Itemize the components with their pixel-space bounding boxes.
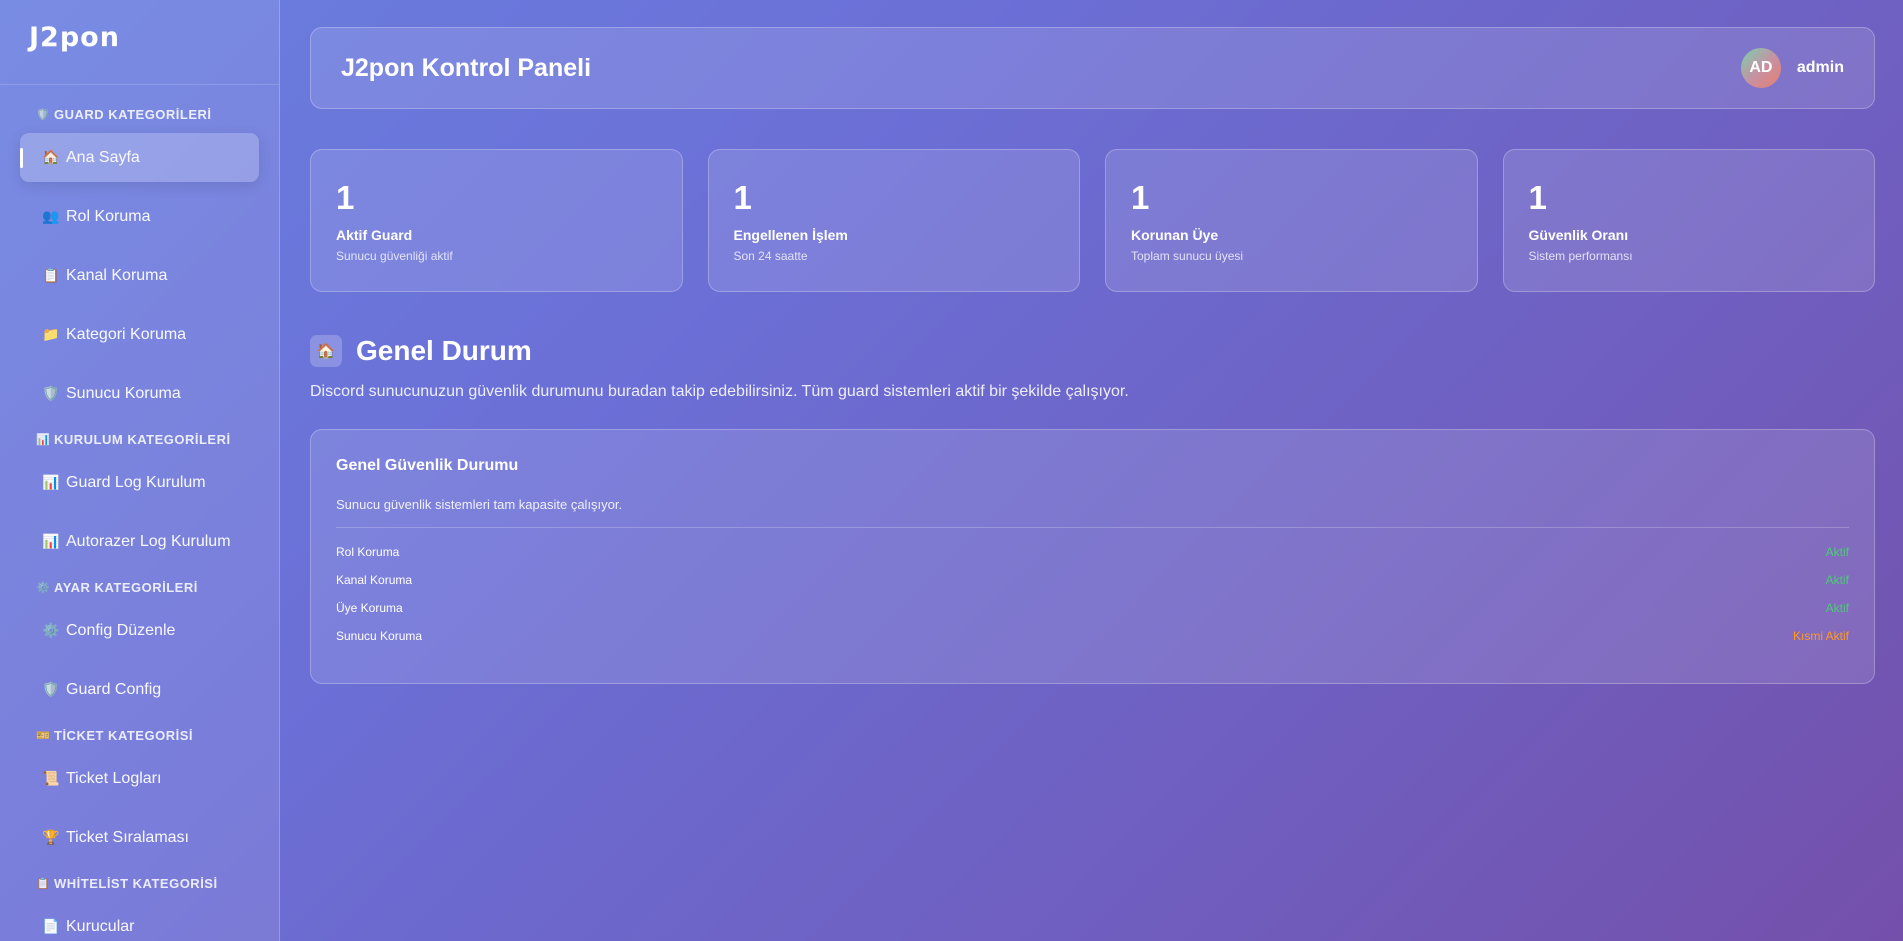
gear-icon: ⚙️ (42, 622, 60, 638)
clipboard-icon: 📋 (36, 877, 51, 890)
stat-value: 1 (1131, 179, 1150, 216)
stat-subtitle: Son 24 saatte (733, 249, 808, 263)
sidebar-section-header: 📋 WHİTELİST KATEGORİSİ (0, 872, 279, 894)
sidebar-item-guard-config[interactable]: 🛡️ Guard Config (20, 665, 259, 714)
sidebar-section-title: GUARD KATEGORİLERİ (54, 106, 212, 122)
sidebar-item-label: Guard Log Kurulum (66, 473, 206, 491)
stat-card: 1 Güvenlik Oranı Sistem performansı (1502, 149, 1875, 292)
sidebar-section-header: 📊 KURULUM KATEGORİLERİ (0, 428, 279, 450)
sidebar-item-label: Kategori Koruma (66, 325, 187, 343)
status-row-name: Kanal Koruma (336, 573, 413, 587)
shield-icon: 🛡️ (36, 108, 51, 121)
stat-value: 1 (733, 179, 752, 216)
status-badge: Aktif (1825, 545, 1849, 559)
sidebar-section-header: 🎫 TİCKET KATEGORİSİ (0, 724, 279, 746)
status-list: Rol Koruma Aktif Kanal Koruma Aktif Üye Koru… (336, 538, 1849, 650)
status-card-title: Genel Güvenlik Durumu (336, 457, 519, 474)
clipboard-icon: 📋 (42, 267, 60, 283)
trophy-icon: 🏆 (42, 829, 60, 845)
status-row-name: Rol Koruma (336, 545, 400, 559)
shield-icon: 🛡️ (42, 681, 60, 697)
username[interactable]: admin (1797, 59, 1844, 77)
sidebar-item-kurucular[interactable]: 📄 Kurucular (20, 902, 259, 941)
sidebar-item-label: Sunucu Koruma (66, 384, 181, 402)
ticket-icon: 🎫 (36, 729, 51, 742)
stat-label: Korunan Üye (1131, 227, 1219, 243)
sidebar-item-rol-koruma[interactable]: 👥 Rol Koruma (20, 192, 259, 241)
security-status-card: Genel Güvenlik Durumu Sunucu güvenlik si… (310, 429, 1875, 684)
stat-card: 1 Aktif Guard Sunucu güvenliği aktif (310, 149, 683, 292)
sidebar-item-sunucu-koruma[interactable]: 🛡️ Sunucu Koruma (20, 369, 259, 418)
status-row-name: Sunucu Koruma (336, 629, 423, 643)
sidebar-item-label: Ana Sayfa (66, 148, 140, 166)
status-badge: Aktif (1825, 601, 1849, 615)
sidebar-item-label: Config Düzenle (66, 621, 176, 639)
sidebar-section-title: AYAR KATEGORİLERİ (54, 579, 198, 595)
brand-logo[interactable]: J2pon (0, 0, 279, 85)
sidebar: J2pon 🛡️ GUARD KATEGORİLERİ 🏠 Ana Sayfa 👥 Rol… (0, 0, 280, 941)
stat-subtitle: Toplam sunucu üyesi (1131, 249, 1244, 263)
status-card-description: Sunucu güvenlik sistemleri tam kapasite … (336, 497, 1849, 528)
avatar[interactable]: AD (1740, 48, 1781, 88)
chart-icon: 📊 (42, 533, 60, 549)
sidebar-item-label: Kanal Koruma (66, 266, 168, 284)
sidebar-item-label: Ticket Logları (66, 769, 162, 787)
home-icon: 🏠 (42, 149, 60, 165)
folder-icon: 📁 (42, 326, 60, 342)
stat-subtitle: Sistem performansı (1528, 249, 1633, 263)
stats-row: 1 Aktif Guard Sunucu güvenliği aktif 1 Engel… (310, 149, 1875, 292)
stat-label: Güvenlik Oranı (1528, 227, 1629, 243)
scroll-icon: 📜 (42, 770, 60, 786)
overview-description: Discord sunucunuzun güvenlik durumunu bu… (310, 383, 1129, 400)
status-row: Sunucu Koruma Kısmi Aktif (336, 622, 1849, 650)
sidebar-item-label: Guard Config (66, 680, 162, 698)
sidebar-section-title: KURULUM KATEGORİLERİ (54, 431, 231, 447)
status-badge: Kısmi Aktif (1792, 629, 1849, 643)
shield-icon: 🛡️ (42, 385, 60, 401)
overview-header: 🏠 Genel Durum (310, 335, 1875, 367)
overview-title: Genel Durum (356, 335, 532, 366)
sidebar-item-label: Autorazer Log Kurulum (66, 532, 231, 550)
page-title: J2pon Kontrol Paneli (341, 53, 592, 82)
sidebar-item-ticket-loglari[interactable]: 📜 Ticket Logları (20, 754, 259, 803)
stat-subtitle: Sunucu güvenliği aktif (336, 249, 453, 263)
sidebar-item-label: Ticket Sıralaması (66, 828, 189, 846)
status-row: Kanal Koruma Aktif (336, 566, 1849, 594)
sidebar-item-kategori-koruma[interactable]: 📁 Kategori Koruma (20, 310, 259, 359)
document-icon: 📄 (42, 918, 60, 934)
sidebar-item-ticket-siralamasi[interactable]: 🏆 Ticket Sıralaması (20, 813, 259, 862)
gear-icon: ⚙️ (36, 581, 51, 594)
status-row: Üye Koruma Aktif (336, 594, 1849, 622)
sidebar-section-header: ⚙️ AYAR KATEGORİLERİ (0, 576, 279, 598)
status-badge: Aktif (1825, 573, 1849, 587)
home-icon: 🏠 (310, 335, 342, 367)
top-bar: J2pon Kontrol Paneli AD admin (310, 27, 1875, 109)
stat-card: 1 Korunan Üye Toplam sunucu üyesi (1105, 149, 1478, 292)
sidebar-nav: 🛡️ GUARD KATEGORİLERİ 🏠 Ana Sayfa 👥 Rol Korum… (0, 103, 279, 941)
sidebar-item-guard-log-kurulum[interactable]: 📊 Guard Log Kurulum (20, 458, 259, 507)
sidebar-item-label: Rol Koruma (66, 207, 151, 225)
main-content: J2pon Kontrol Paneli AD admin 1 Aktif Gua… (310, 27, 1875, 684)
sidebar-item-autorazer-log-kurulum[interactable]: 📊 Autorazer Log Kurulum (20, 517, 259, 566)
status-row: Rol Koruma Aktif (336, 538, 1849, 566)
sidebar-item-kanal-koruma[interactable]: 📋 Kanal Koruma (20, 251, 259, 300)
sidebar-item-ana-sayfa[interactable]: 🏠 Ana Sayfa (20, 133, 259, 182)
chart-icon: 📊 (36, 433, 51, 446)
stat-label: Aktif Guard (336, 227, 413, 243)
sidebar-item-config-duzenle[interactable]: ⚙️ Config Düzenle (20, 606, 259, 655)
stat-value: 1 (336, 179, 355, 216)
sidebar-section-header: 🛡️ GUARD KATEGORİLERİ (0, 103, 279, 125)
stat-value: 1 (1528, 179, 1547, 216)
sidebar-item-label: Kurucular (66, 917, 135, 935)
user-menu[interactable]: AD admin (1740, 48, 1844, 88)
stat-label: Engellenen İşlem (733, 227, 848, 243)
chart-icon: 📊 (42, 474, 60, 490)
sidebar-section-title: TİCKET KATEGORİSİ (54, 727, 193, 743)
sidebar-section-title: WHİTELİST KATEGORİSİ (54, 875, 218, 891)
users-icon: 👥 (42, 208, 60, 224)
stat-card: 1 Engellenen İşlem Son 24 saatte (707, 149, 1080, 292)
status-row-name: Üye Koruma (336, 601, 403, 615)
